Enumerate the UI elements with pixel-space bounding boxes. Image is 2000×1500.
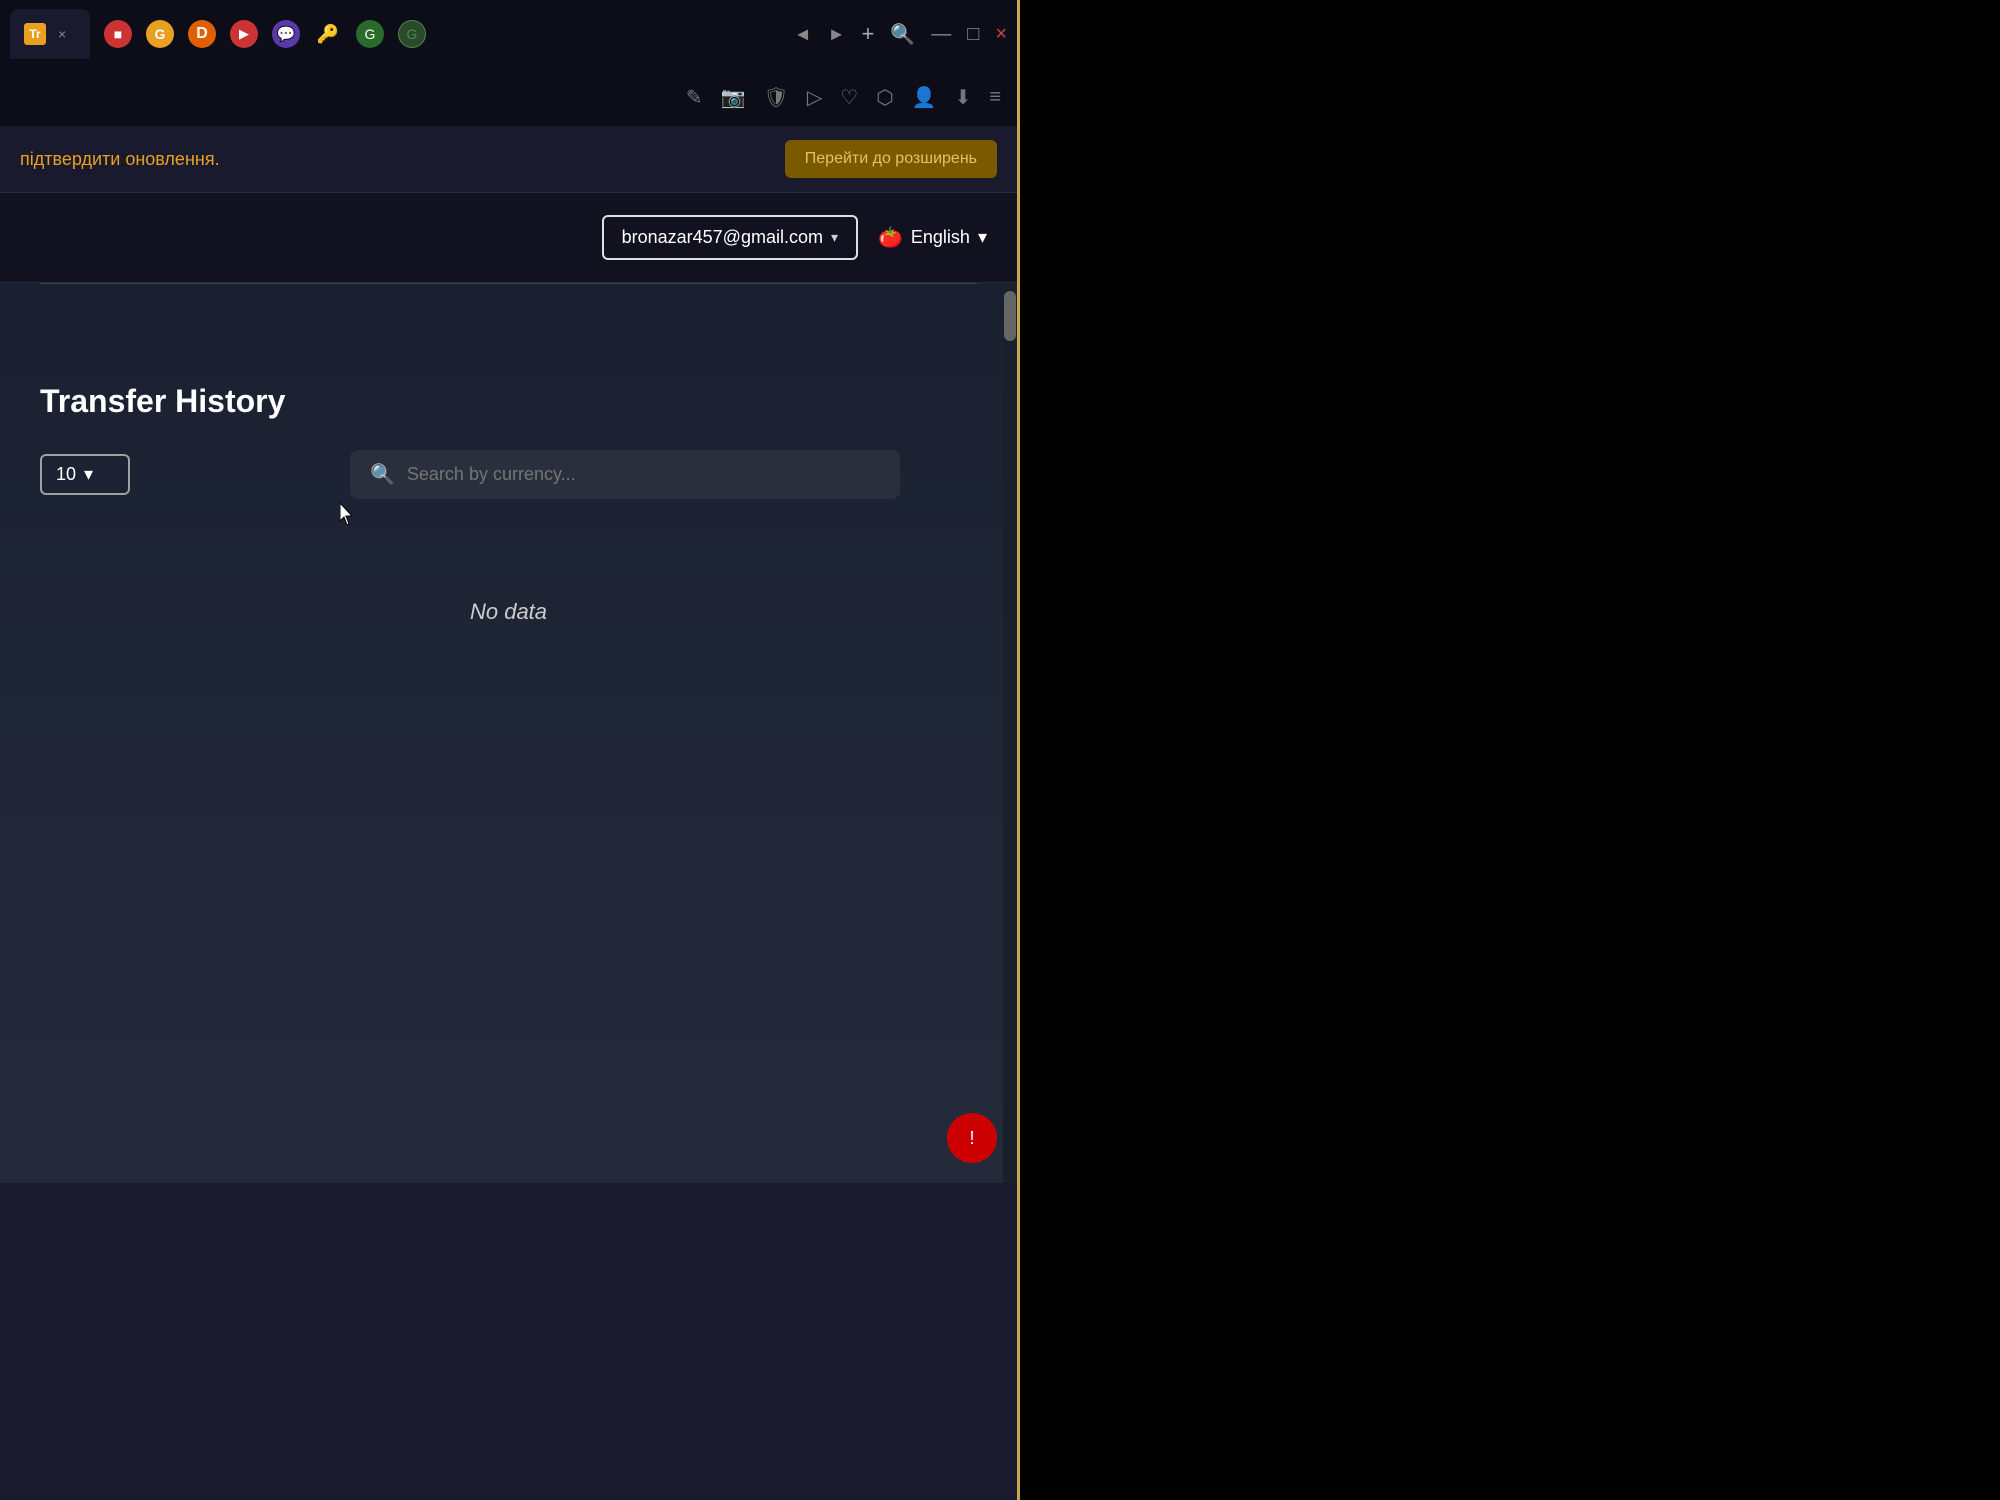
new-tab-button[interactable]: + (861, 21, 874, 47)
transfer-history-section: Transfer History 10 ▾ 🔍 No data (40, 383, 977, 625)
rows-chevron-icon: ▾ (84, 464, 93, 485)
search-button[interactable]: 🔍 (890, 22, 915, 47)
tab-icon-g2[interactable]: G (398, 20, 426, 48)
email-dropdown[interactable]: bronazar457@gmail.com ▾ (602, 215, 858, 260)
nav-controls: ◄ ► + 🔍 — □ × (794, 21, 1007, 47)
right-panel (1020, 0, 2000, 1500)
browser-toolbar: ✎ 📷 🛡 ▷ ♡ ⬡ 👤 ⬇ ≡ (0, 68, 1017, 126)
transfer-controls: 10 ▾ 🔍 (40, 450, 977, 499)
search-icon: 🔍 (370, 462, 395, 487)
tab-icon-grammarly[interactable]: G (146, 20, 174, 48)
tab-icon-red[interactable]: ■ (104, 20, 132, 48)
tab-icon-key[interactable]: 🔑 (314, 20, 342, 48)
scrollbar-track[interactable] (1003, 283, 1017, 1183)
tab-bar: Tr × ■ G D ▶ 💬 🔑 G (0, 0, 1017, 68)
tab-icon-g1[interactable]: G (356, 20, 384, 48)
extensions-button[interactable]: Перейти до розширень (785, 140, 997, 178)
language-label: English (911, 227, 970, 248)
main-content: Transfer History 10 ▾ 🔍 No data ! (0, 283, 1017, 1183)
active-tab[interactable]: Tr × (10, 9, 90, 59)
box-icon[interactable]: ⬡ (876, 85, 893, 110)
edit-icon[interactable]: ✎ (686, 85, 703, 110)
divider (40, 283, 977, 284)
lang-chevron-icon: ▾ (978, 227, 987, 248)
nav-back-icon[interactable]: ◄ (794, 24, 812, 45)
currency-search-input[interactable] (407, 464, 880, 485)
close-button[interactable]: × (995, 23, 1007, 46)
restore-button[interactable]: □ (967, 23, 979, 46)
rows-value: 10 (56, 464, 76, 485)
email-value: bronazar457@gmail.com (622, 227, 823, 248)
rows-per-page-select[interactable]: 10 ▾ (40, 454, 130, 495)
notification-badge[interactable]: ! (947, 1113, 997, 1163)
mouse-cursor (340, 503, 356, 523)
search-bar: 🔍 (350, 450, 900, 499)
tab-icon-youtube[interactable]: ▶ (230, 20, 258, 48)
menu-icon[interactable]: ≡ (989, 86, 1001, 109)
tab-icons-group: ■ G D ▶ 💬 🔑 G G (104, 20, 426, 48)
flag-icon: 🍅 (878, 225, 903, 250)
user-icon[interactable]: 👤 (912, 85, 937, 110)
download-icon[interactable]: ⬇ (955, 85, 972, 110)
language-dropdown[interactable]: 🍅 English ▾ (878, 225, 987, 250)
heart-icon[interactable]: ♡ (840, 85, 858, 110)
email-chevron-icon: ▾ (831, 229, 838, 246)
tab-icon-d[interactable]: D (188, 20, 216, 48)
page-header: bronazar457@gmail.com ▾ 🍅 English ▾ (0, 193, 1017, 283)
transfer-history-title: Transfer History (40, 383, 977, 420)
tab-favicon: Tr (24, 23, 46, 45)
minimize-button[interactable]: — (931, 23, 951, 46)
play-icon[interactable]: ▷ (807, 85, 822, 110)
shield-icon[interactable]: 🛡 (763, 85, 788, 110)
camera-icon[interactable]: 📷 (721, 85, 746, 110)
scrollbar-thumb[interactable] (1004, 291, 1016, 341)
tab-icon-chat[interactable]: 💬 (272, 20, 300, 48)
no-data-message: No data (40, 599, 977, 625)
nav-forward-icon[interactable]: ► (828, 24, 846, 45)
notification-bar: підтвердити оновлення. Перейти до розшир… (0, 126, 1017, 193)
tab-close-button[interactable]: × (58, 26, 66, 42)
notification-text: підтвердити оновлення. (20, 149, 220, 170)
browser-window: Tr × ■ G D ▶ 💬 🔑 G (0, 0, 1020, 1500)
